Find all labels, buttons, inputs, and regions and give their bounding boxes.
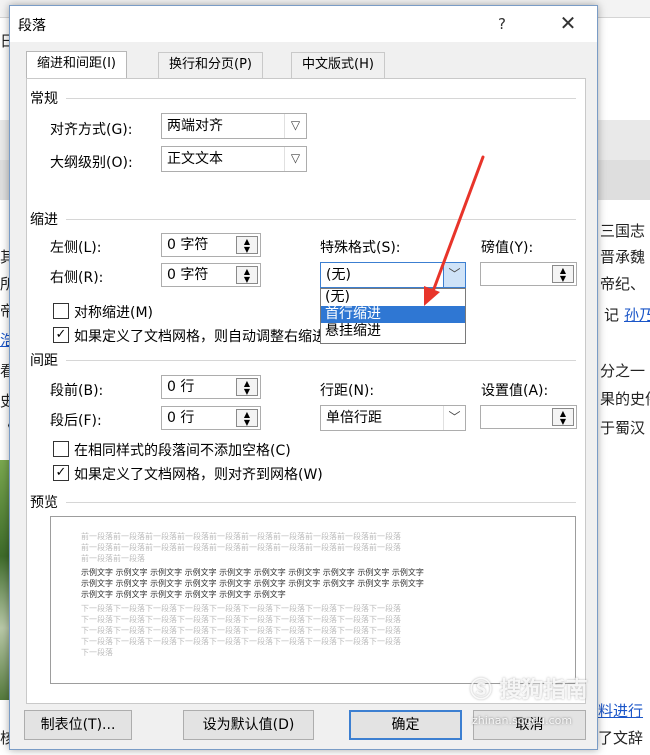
no-space-same-style-label: 在相同样式的段落间不添加空格(C) xyxy=(74,443,291,459)
help-button[interactable]: ? xyxy=(480,10,524,38)
spinner-buttons[interactable]: ▲ ▼ xyxy=(552,265,574,283)
space-after-label: 段后(F): xyxy=(50,413,102,429)
auto-adjust-indent-checkbox[interactable]: ✓ xyxy=(53,327,69,343)
spinner-down-icon[interactable]: ▼ xyxy=(237,246,257,254)
outline-level-select[interactable]: 正文文本 ▽ xyxy=(161,146,307,172)
spinner-down-icon[interactable]: ▼ xyxy=(237,388,257,396)
chevron-down-icon: ▽ xyxy=(284,114,306,138)
dropdown-option-none[interactable]: (无) xyxy=(321,289,465,306)
special-indent-label: 特殊格式(S): xyxy=(320,240,401,256)
bg-right-text: 帝纪、 xyxy=(600,275,646,293)
bg-right-text: 三国志 xyxy=(600,222,646,240)
bg-link-text[interactable]: 孙乃 xyxy=(624,304,650,325)
dialog-title: 段落 xyxy=(18,18,46,34)
left-indent-spinner[interactable]: 0 字符 ▲ ▼ xyxy=(161,233,261,257)
outline-level-label: 大纲级别(O): xyxy=(50,155,133,171)
spacing-at-label: 设置值(A): xyxy=(481,383,549,399)
snap-to-grid-checkbox[interactable]: ✓ xyxy=(53,465,69,481)
section-preview-header: 预览 xyxy=(30,495,58,511)
paragraph-preview: 前一段落前一段落前一段落前一段落前一段落前一段落前一段落前一段落前一段落前一段落… xyxy=(50,516,576,684)
special-indent-select[interactable]: (无) ﹀ xyxy=(320,262,466,288)
bg-link-text[interactable]: 料进行 xyxy=(598,700,643,721)
mirror-indent-checkbox[interactable] xyxy=(53,303,69,319)
section-divider xyxy=(66,360,576,361)
bg-right-text: 晋承魏 xyxy=(600,248,646,266)
alignment-label: 对齐方式(G): xyxy=(50,122,133,138)
bg-right-text: 于蜀汉 xyxy=(600,419,646,437)
preview-previous-paragraph: 前一段落前一段落前一段落前一段落前一段落前一段落前一段落前一段落前一段落前一段落 xyxy=(81,532,401,541)
chevron-down-icon: ﹀ xyxy=(443,263,465,287)
chevron-down-icon: ﹀ xyxy=(443,406,465,430)
tabs-button[interactable]: 制表位(T)... xyxy=(24,710,132,740)
dropdown-option-first-line[interactable]: 首行缩进 xyxy=(321,306,465,323)
preview-previous-paragraph: 前一段落前一段落 xyxy=(81,554,145,563)
indent-by-label: 磅值(Y): xyxy=(481,240,534,256)
section-general-header: 常规 xyxy=(30,91,58,107)
alignment-value: 两端对齐 xyxy=(167,118,223,134)
space-before-value: 0 行 xyxy=(167,379,195,395)
auto-adjust-indent-label: 如果定义了文档网格，则自动调整右缩进(D) xyxy=(74,329,348,345)
close-button[interactable]: ✕ xyxy=(546,10,590,38)
chevron-down-icon: ▽ xyxy=(284,147,306,171)
set-default-button[interactable]: 设为默认值(D) xyxy=(183,710,314,740)
special-indent-dropdown: (无) 首行缩进 悬挂缩进 xyxy=(320,288,466,344)
spinner-down-icon[interactable]: ▼ xyxy=(237,419,257,427)
tab-indents-spacing[interactable]: 缩进和间距(I) xyxy=(26,51,127,79)
tab-line-page-breaks[interactable]: 换行和分页(P) xyxy=(158,52,263,78)
preview-sample-text: 示例文字 示例文字 示例文字 示例文字 示例文字 示例文字 示例文字 示例文字 … xyxy=(81,568,424,577)
right-indent-value: 0 字符 xyxy=(167,267,209,283)
space-before-spinner[interactable]: 0 行 ▲ ▼ xyxy=(161,375,261,399)
line-spacing-label: 行距(N): xyxy=(320,383,375,399)
preview-sample-text: 示例文字 示例文字 示例文字 示例文字 示例文字 示例文字 示例文字 示例文字 … xyxy=(81,579,424,588)
spinner-buttons[interactable]: ▲ ▼ xyxy=(236,236,258,254)
alignment-select[interactable]: 两端对齐 ▽ xyxy=(161,113,307,139)
line-spacing-value: 单倍行距 xyxy=(326,410,382,426)
preview-next-paragraph: 下一段落 xyxy=(81,648,113,657)
spinner-buttons[interactable]: ▲ ▼ xyxy=(236,409,258,427)
spinner-down-icon[interactable]: ▼ xyxy=(553,275,573,283)
preview-next-paragraph: 下一段落下一段落下一段落下一段落下一段落下一段落下一段落下一段落下一段落下一段落 xyxy=(81,637,401,646)
preview-next-paragraph: 下一段落下一段落下一段落下一段落下一段落下一段落下一段落下一段落下一段落下一段落 xyxy=(81,626,401,635)
right-indent-label: 右侧(R): xyxy=(50,270,104,286)
special-indent-value: (无) xyxy=(326,267,351,283)
space-after-value: 0 行 xyxy=(167,410,195,426)
no-space-same-style-checkbox[interactable] xyxy=(53,441,69,457)
section-spacing-header: 间距 xyxy=(30,353,58,369)
spinner-buttons[interactable]: ▲ ▼ xyxy=(236,378,258,396)
dropdown-option-hanging[interactable]: 悬挂缩进 xyxy=(321,323,465,340)
section-indent-header: 缩进 xyxy=(30,212,58,228)
left-indent-label: 左侧(L): xyxy=(50,240,102,256)
bg-right-text: 果的史件 xyxy=(600,390,650,408)
space-after-spinner[interactable]: 0 行 ▲ ▼ xyxy=(161,406,261,430)
preview-next-paragraph: 下一段落下一段落下一段落下一段落下一段落下一段落下一段落下一段落下一段落下一段落 xyxy=(81,615,401,624)
right-indent-spinner[interactable]: 0 字符 ▲ ▼ xyxy=(161,263,261,287)
outline-level-value: 正文文本 xyxy=(167,151,223,167)
paragraph-dialog: 段落 ? ✕ 缩进和间距(I) 换行和分页(P) 中文版式(H) 常规 对齐方式… xyxy=(9,5,598,750)
ok-button[interactable]: 确定 xyxy=(349,710,462,740)
spacing-at-spinner[interactable]: ▲ ▼ xyxy=(480,405,577,429)
bg-right-text: 了文辞 xyxy=(598,729,644,747)
spinner-buttons[interactable]: ▲ ▼ xyxy=(236,266,258,284)
space-before-label: 段前(B): xyxy=(50,383,104,399)
section-divider xyxy=(66,219,576,220)
indent-by-spinner[interactable]: ▲ ▼ xyxy=(480,262,577,286)
preview-sample-text: 示例文字 示例文字 示例文字 示例文字 示例文字 示例文字 xyxy=(81,590,286,599)
tab-asian-typography[interactable]: 中文版式(H) xyxy=(291,52,385,78)
spinner-buttons[interactable]: ▲ ▼ xyxy=(552,408,574,426)
watermark-logo: Ⓢ 搜狗指南 xyxy=(470,678,588,703)
bg-right-text: 记 xyxy=(604,306,620,324)
section-divider xyxy=(66,98,576,99)
preview-next-paragraph: 下一段落下一段落下一段落下一段落下一段落下一段落下一段落下一段落下一段落下一段落 xyxy=(81,604,401,613)
section-divider xyxy=(66,502,576,503)
preview-previous-paragraph: 前一段落前一段落前一段落前一段落前一段落前一段落前一段落前一段落前一段落前一段落 xyxy=(81,543,401,552)
dialog-titlebar[interactable]: 段落 ? ✕ xyxy=(10,6,597,42)
bg-right-text: 分之一 xyxy=(600,362,646,380)
mirror-indent-label: 对称缩进(M) xyxy=(74,305,154,321)
line-spacing-select[interactable]: 单倍行距 ﹀ xyxy=(320,405,466,431)
watermark-url: zhinan.sogou.com xyxy=(472,714,573,727)
spinner-down-icon[interactable]: ▼ xyxy=(553,418,573,426)
spinner-down-icon[interactable]: ▼ xyxy=(237,276,257,284)
left-indent-value: 0 字符 xyxy=(167,237,209,253)
snap-to-grid-label: 如果定义了文档网格，则对齐到网格(W) xyxy=(74,467,323,483)
